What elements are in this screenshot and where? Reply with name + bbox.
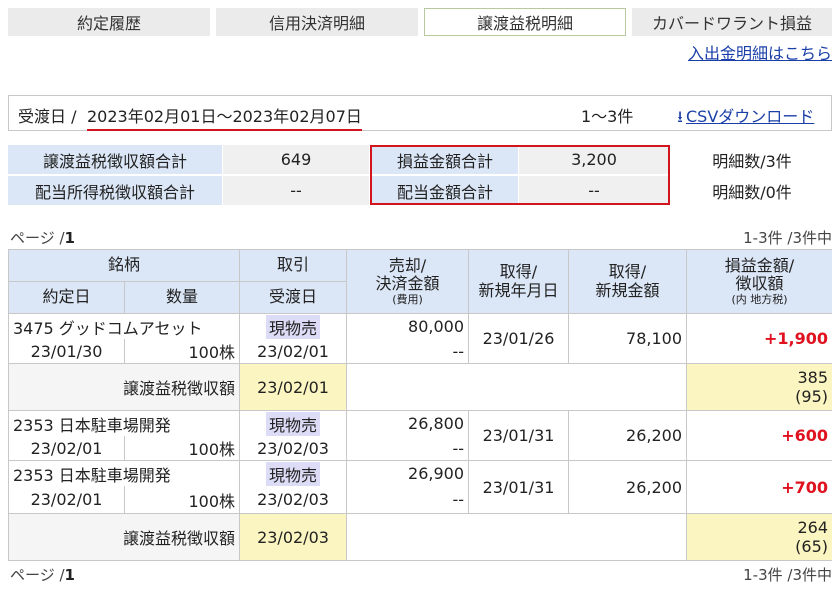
trade-3-name: 2353 日本駐車場開発 bbox=[9, 461, 240, 486]
tab-trade-history[interactable]: 約定履歴 bbox=[8, 8, 210, 36]
trade-1-pl: +1,900 bbox=[687, 314, 832, 364]
tax-row-2-empty bbox=[347, 514, 687, 560]
header-torihiki: 取引 bbox=[240, 250, 347, 282]
trade-1-acq-amt: 78,100 bbox=[569, 314, 687, 364]
tax-row-1-empty bbox=[347, 364, 687, 411]
tax-row-2-date: 23/02/03 bbox=[240, 514, 347, 560]
trade-2-date: 23/02/01 bbox=[9, 436, 125, 461]
highlight-box bbox=[370, 145, 670, 205]
tax-row-2-label: 譲渡益税徴収額 bbox=[9, 514, 240, 560]
trade-2-qty: 100株 bbox=[125, 436, 240, 461]
tab-capital-gains-tax[interactable]: 譲渡益税明細 bbox=[424, 8, 626, 36]
header-ukewatashi: 受渡日 bbox=[240, 282, 347, 314]
summary-label-tax-total: 譲渡益税徴収額合計 bbox=[8, 145, 222, 174]
header-meigara: 銘柄 bbox=[9, 250, 240, 282]
header-acquisition-date: 取得/新規年月日 bbox=[469, 250, 569, 314]
summary-table: 譲渡益税徴収額合計 649 損益金額合計 3,200 明細数/3件 配当所得税徴… bbox=[8, 145, 832, 205]
trade-3-pl: +700 bbox=[687, 461, 832, 514]
trade-1-qty: 100株 bbox=[125, 339, 240, 364]
header-quantity: 数量 bbox=[125, 282, 240, 314]
trade-1-date: 23/01/30 bbox=[9, 339, 125, 364]
tab-margin-settlement[interactable]: 信用決済明細 bbox=[216, 8, 418, 36]
period-box: 受渡日 / 2023年02月01日～2023年02月07日 1～3件 ⭳ CSVダ… bbox=[8, 95, 832, 131]
tab-covered-warrant[interactable]: カバードワラント損益 bbox=[632, 8, 832, 36]
summary-value-tax-total: 649 bbox=[223, 145, 369, 174]
summary-label-dividend-tax-total: 配当所得税徴収額合計 bbox=[8, 176, 222, 205]
period-range: 2023年02月01日～2023年02月07日 bbox=[87, 103, 362, 131]
trade-1-sell: 80,000 bbox=[347, 314, 469, 339]
page-indicator-bottom: ページ /1 bbox=[10, 566, 75, 584]
trade-3-date: 23/02/01 bbox=[9, 486, 125, 514]
trade-3-sell: 26,900 bbox=[347, 461, 469, 486]
period-label: 受渡日 / bbox=[18, 107, 77, 126]
trade-2-acq-date: 23/01/31 bbox=[469, 411, 569, 461]
trade-2-cost: -- bbox=[347, 436, 469, 461]
trade-2-type: 現物売 bbox=[240, 411, 347, 436]
trade-1-settle: 23/02/01 bbox=[240, 339, 347, 364]
trade-2-pl: +600 bbox=[687, 411, 832, 461]
trade-1-acq-date: 23/01/26 bbox=[469, 314, 569, 364]
trade-3-cost: -- bbox=[347, 486, 469, 514]
tab-bar: 約定履歴 信用決済明細 譲渡益税明細 カバードワラント損益 bbox=[8, 8, 832, 36]
trade-3-type: 現物売 bbox=[240, 461, 347, 486]
record-count-top: 1-3件 /3件中 bbox=[743, 229, 832, 247]
csv-download-link[interactable]: ⭳ CSVダウンロード bbox=[674, 103, 814, 133]
tax-row-1-amount: 385 (95) bbox=[687, 364, 832, 411]
page-indicator-top: ページ /1 bbox=[10, 229, 75, 247]
summary-value-dividend-tax-total: -- bbox=[223, 176, 369, 205]
header-acquisition-amount: 取得/新規金額 bbox=[569, 250, 687, 314]
trade-1-type: 現物売 bbox=[240, 314, 347, 339]
trade-3-acq-date: 23/01/31 bbox=[469, 461, 569, 514]
download-icon: ⭳ bbox=[677, 107, 683, 126]
result-count: 1～3件 bbox=[581, 107, 634, 126]
tax-row-1-label: 譲渡益税徴収額 bbox=[9, 364, 240, 411]
header-profit-loss: 損益金額/徴収額 (内 地方税) bbox=[687, 250, 832, 314]
trade-3-settle: 23/02/03 bbox=[240, 486, 347, 514]
trade-2-name: 2353 日本駐車場開発 bbox=[9, 411, 240, 436]
trade-1-name: 3475 グッドコムアセット bbox=[9, 314, 240, 339]
trade-2-sell: 26,800 bbox=[347, 411, 469, 436]
trade-3-acq-amt: 26,200 bbox=[569, 461, 687, 514]
summary-detail-count-dividend: 明細数/0件 bbox=[672, 176, 832, 205]
trade-1-cost: -- bbox=[347, 339, 469, 364]
trade-2-acq-amt: 26,200 bbox=[569, 411, 687, 461]
trade-3-qty: 100株 bbox=[125, 486, 240, 514]
transactions-table: 銘柄 取引 売却/決済金額 (費用) 取得/新規年月日 取得/新規金額 損益金額/… bbox=[8, 249, 832, 561]
record-count-bottom: 1-3件 /3件中 bbox=[743, 566, 832, 584]
tax-row-1-date: 23/02/01 bbox=[240, 364, 347, 411]
deposit-history-link[interactable]: 入出金明細はこちら bbox=[688, 40, 832, 64]
tax-row-2-amount: 264 (65) bbox=[687, 514, 832, 560]
header-yakujo-date: 約定日 bbox=[9, 282, 125, 314]
header-sell-amount: 売却/決済金額 (費用) bbox=[347, 250, 469, 314]
trade-2-settle: 23/02/03 bbox=[240, 436, 347, 461]
summary-detail-count: 明細数/3件 bbox=[672, 145, 832, 174]
